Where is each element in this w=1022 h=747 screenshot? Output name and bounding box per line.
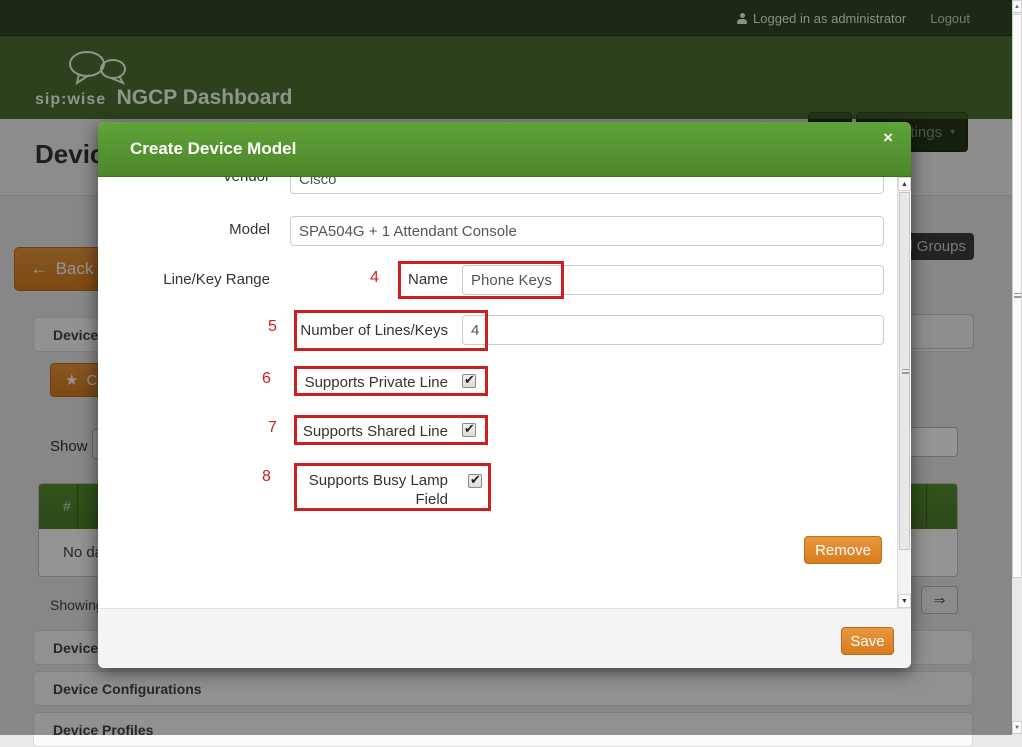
annotation-box-4 [398,261,564,299]
topbar: Logged in as administrator Logout [0,0,1022,36]
logo-text: sip:wise [35,91,106,108]
remove-button-label: Remove [815,542,871,559]
annotation-number-8: 8 [262,468,271,486]
scroll-up-icon[interactable]: ▲ [898,177,911,191]
scroll-down-icon[interactable]: ▼ [898,594,911,608]
num-lines-keys-input[interactable] [462,315,884,345]
annotation-box-5 [294,310,488,351]
close-icon[interactable]: × [883,128,893,148]
logout-link[interactable]: Logout [930,11,970,26]
modal-footer: Save [98,608,911,668]
annotation-number-5: 5 [268,318,277,336]
logged-in-text: Logged in as administrator [753,11,906,26]
create-device-model-modal: Create Device Model × Vendor Model Line/… [98,122,911,668]
annotation-number-6: 6 [262,370,271,388]
model-label: Model [98,221,270,238]
modal-scrollbar[interactable]: ▲ ▼ [897,177,910,608]
line-key-range-label: Line/Key Range [98,271,270,288]
window-scrollbar[interactable]: ▲ ▼ [1012,0,1022,735]
modal-scrollbar-thumb[interactable] [899,192,910,550]
window-scrollbar-thumb[interactable] [1012,14,1022,578]
sipwise-bubbles-icon [67,50,129,86]
annotation-box-8 [294,463,491,511]
app-header: sip:wise NGCP Dashboard Settings ▾ [0,36,1022,119]
modal-header: Create Device Model × [98,122,911,177]
save-button[interactable]: Save [841,627,894,655]
annotation-number-4: 4 [370,269,379,287]
annotation-box-7 [294,415,488,445]
modal-body: Vendor Model Line/Key Range Name Number … [98,177,911,608]
product-title: NGCP Dashboard [117,86,293,109]
save-button-label: Save [850,633,884,650]
vendor-input[interactable] [290,177,884,194]
modal-title: Create Device Model [130,139,296,159]
vendor-label: Vendor [98,177,270,185]
model-input[interactable] [290,216,884,246]
scroll-down-icon[interactable]: ▼ [1012,721,1022,734]
annotation-number-7: 7 [268,419,277,437]
logged-in-status: Logged in as administrator [737,11,906,26]
user-icon [737,13,747,24]
remove-button[interactable]: Remove [804,536,882,564]
scroll-up-icon[interactable]: ▲ [1012,0,1022,13]
annotation-box-6 [294,366,488,396]
